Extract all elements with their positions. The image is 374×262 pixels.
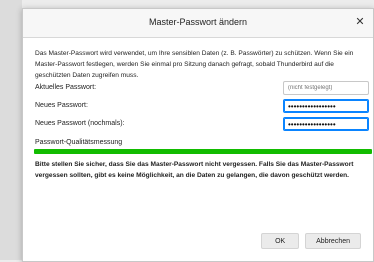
dialog-titlebar: Master-Passwort ändern ✕ [23,9,373,38]
background-window-edge [0,0,22,260]
quality-label: Passwort-Qualitätsmessung [35,139,123,146]
intro-text: Das Master-Passwort wird verwendet, um I… [35,50,354,79]
dialog-content: Das Master-Passwort wird verwendet, um I… [23,38,373,181]
new-password-confirm-row: Neues Passwort (nochmals): [35,117,369,135]
new-password-confirm-input[interactable] [283,117,369,131]
new-password-row: Neues Passwort: [35,99,369,117]
current-password-input[interactable] [283,81,369,95]
new-password-confirm-label: Neues Passwort (nochmals): [35,120,125,127]
current-password-row: Aktuelles Passwort: [35,81,369,99]
new-password-label: Neues Passwort: [35,102,88,109]
password-quality-meter-fill [34,149,372,154]
close-icon[interactable]: ✕ [353,15,367,29]
current-password-label: Aktuelles Passwort: [35,84,97,91]
new-password-input[interactable] [283,99,369,113]
password-quality-meter [34,149,372,154]
ok-button[interactable]: OK [261,233,300,249]
warning-text: Bitte stellen Sie sicher, dass Sie das M… [35,161,354,179]
change-master-password-dialog: Master-Passwort ändern ✕ Das Master-Pass… [22,8,374,262]
dialog-title: Master-Passwort ändern [148,17,248,27]
dialog-buttons: OK Abbrechen [261,233,361,249]
cancel-button[interactable]: Abbrechen [305,233,361,249]
